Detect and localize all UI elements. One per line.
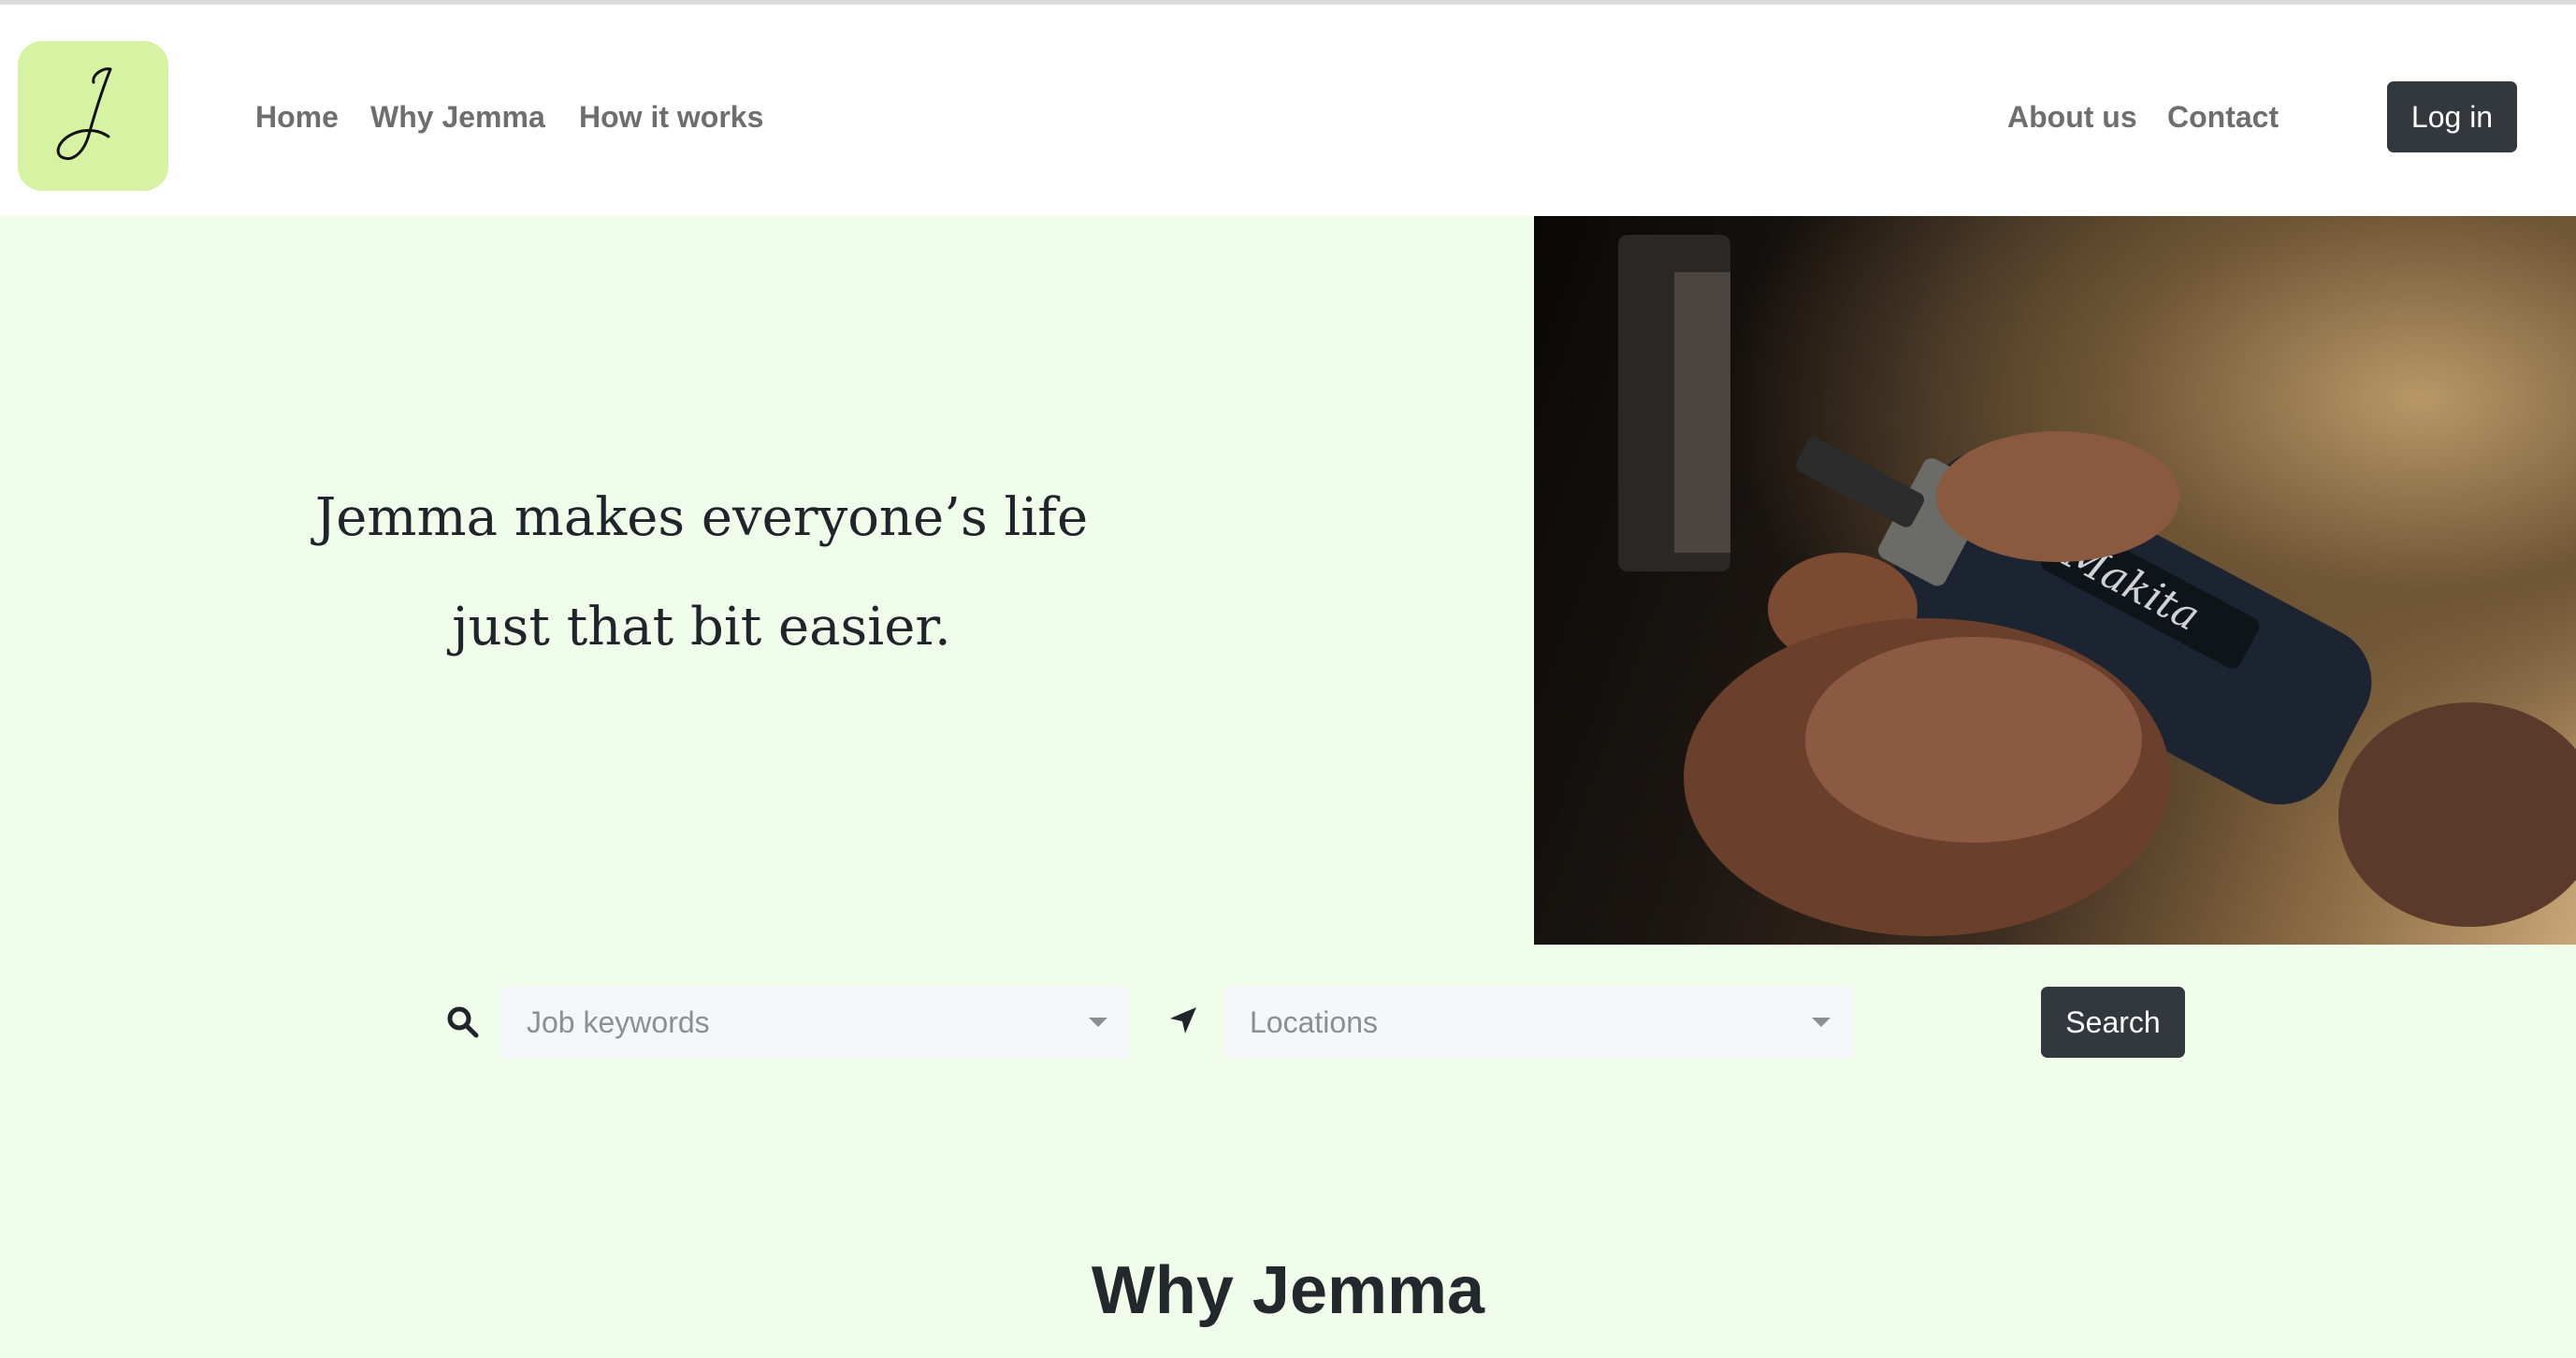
search-icon bbox=[445, 1004, 481, 1040]
job-keywords-select[interactable]: Job keywords bbox=[500, 986, 1130, 1059]
search-button[interactable]: Search bbox=[2041, 987, 2185, 1058]
hero-tagline-line-2: just that bit easier. bbox=[452, 597, 951, 657]
locations-placeholder: Locations bbox=[1250, 1004, 1378, 1039]
nav-home[interactable]: Home bbox=[255, 98, 339, 136]
jemma-logo[interactable] bbox=[18, 41, 168, 191]
nav-about-us[interactable]: About us bbox=[2007, 98, 2137, 136]
nav-contact[interactable]: Contact bbox=[2167, 98, 2279, 136]
page: Home Why Jemma How it works About us Con… bbox=[0, 0, 2576, 1358]
chevron-down-icon bbox=[1812, 1018, 1831, 1027]
hero-image-drill: Makita bbox=[1534, 216, 2576, 945]
drill-illustration: Makita bbox=[1618, 235, 2576, 936]
nav-why-jemma[interactable]: Why Jemma bbox=[370, 98, 545, 136]
job-keywords-placeholder: Job keywords bbox=[527, 1004, 710, 1039]
login-button[interactable]: Log in bbox=[2387, 81, 2517, 152]
hero-tagline: Jemma makes everyone’s life just that bi… bbox=[187, 463, 1216, 682]
nav-how-it-works[interactable]: How it works bbox=[579, 98, 763, 136]
chevron-down-icon bbox=[1089, 1018, 1107, 1027]
hero-tagline-line-1: Jemma makes everyone’s life bbox=[314, 487, 1089, 548]
location-arrow-icon bbox=[1167, 1004, 1199, 1036]
locations-select[interactable]: Locations bbox=[1223, 986, 1853, 1059]
section-title-why-jemma: Why Jemma bbox=[1091, 1253, 1485, 1328]
script-j-icon bbox=[56, 67, 111, 160]
site-header: Home Why Jemma How it works About us Con… bbox=[0, 0, 2576, 216]
